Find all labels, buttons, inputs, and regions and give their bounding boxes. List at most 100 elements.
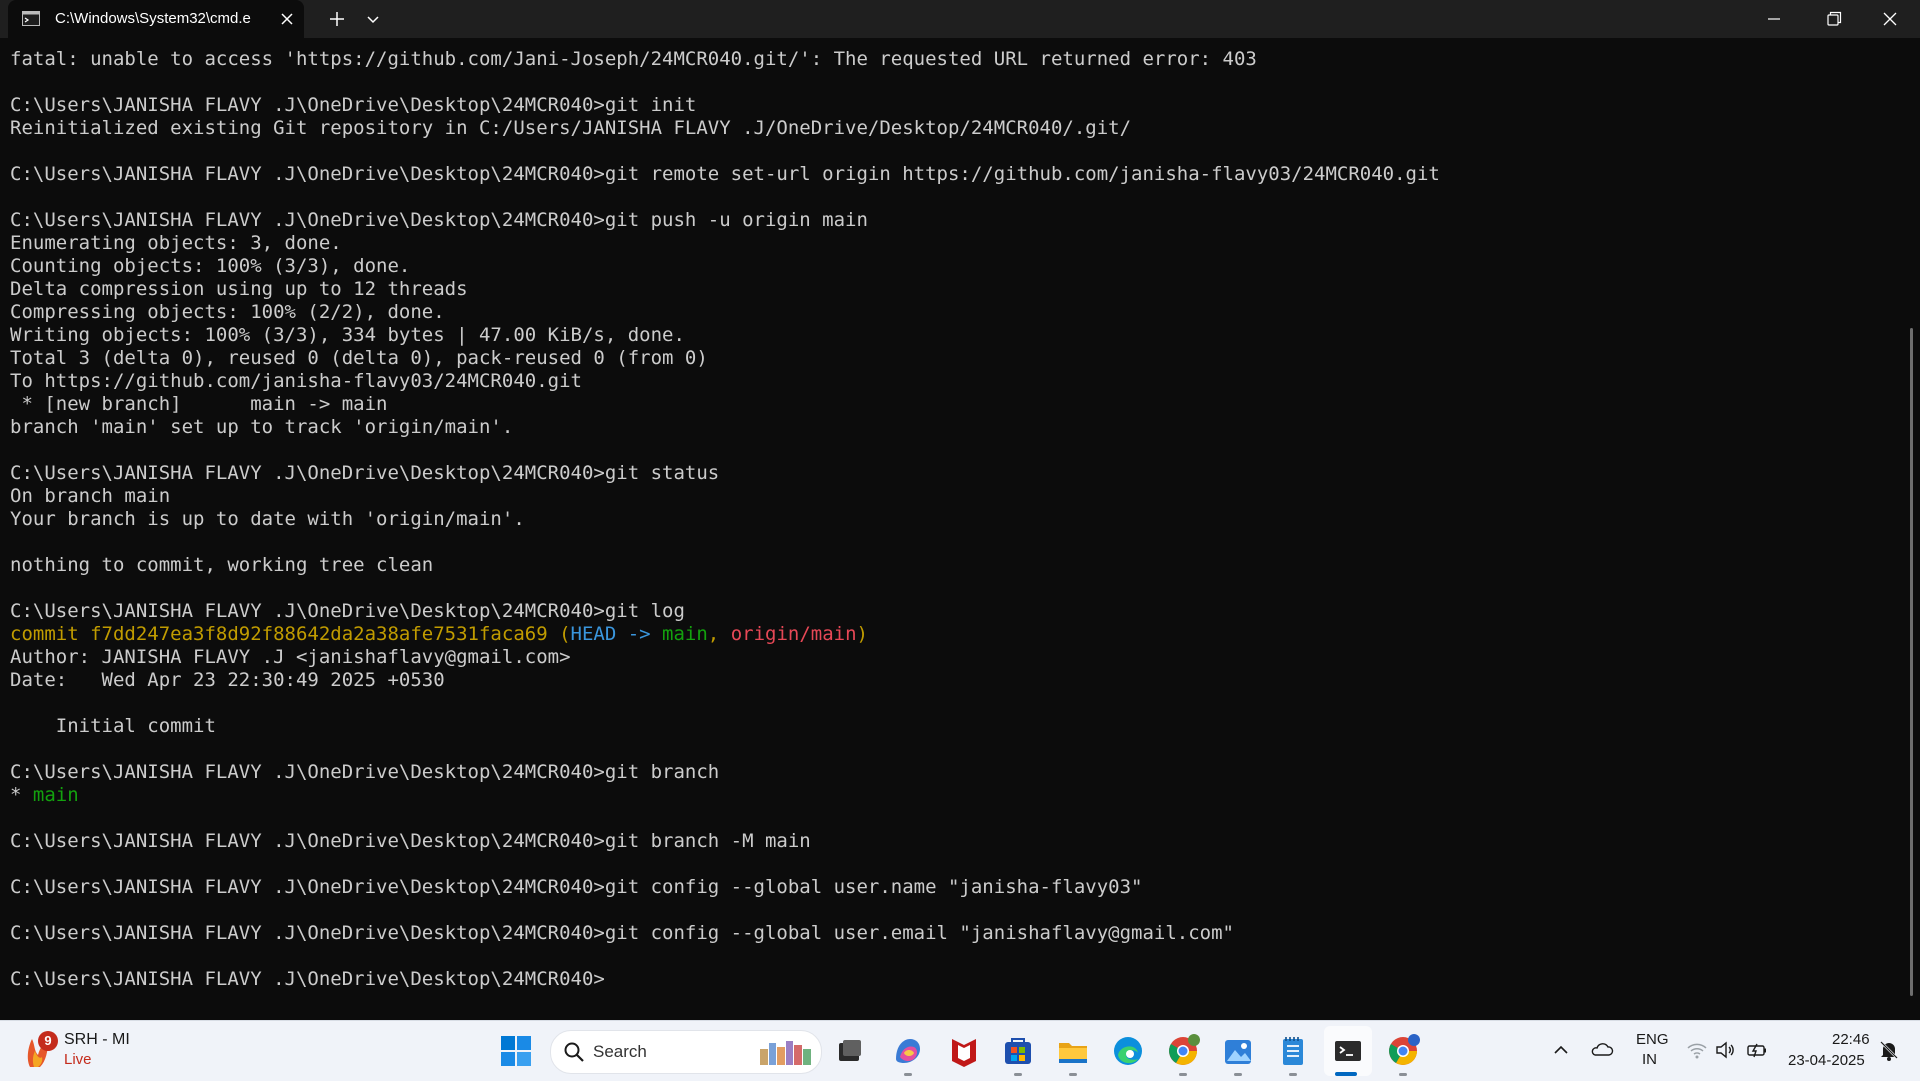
copilot-icon[interactable]	[888, 1031, 928, 1071]
close-tab-icon[interactable]	[278, 10, 296, 28]
terminal-text: C:\Users\JANISHA FLAVY .J\OneDrive\Deskt…	[10, 94, 697, 116]
terminal-line: C:\Users\JANISHA FLAVY .J\OneDrive\Deskt…	[10, 462, 1440, 485]
photos-icon[interactable]	[1218, 1031, 1258, 1071]
terminal-text: * [new branch] main -> main	[10, 393, 388, 415]
minimize-icon[interactable]	[1746, 0, 1802, 38]
terminal-line: C:\Users\JANISHA FLAVY .J\OneDrive\Deskt…	[10, 94, 1440, 117]
terminal-line: Your branch is up to date with 'origin/m…	[10, 508, 1440, 531]
widget-status: Live	[64, 1051, 92, 1068]
chevron-up-icon[interactable]	[1548, 1037, 1574, 1063]
edge-icon[interactable]	[1108, 1031, 1148, 1071]
terminal-line: Delta compression using up to 12 threads	[10, 278, 1440, 301]
terminal-text: Your branch is up to date with 'origin/m…	[10, 508, 525, 530]
terminal-text: C:\Users\JANISHA FLAVY .J\OneDrive\Deskt…	[10, 968, 605, 990]
terminal-text: *	[10, 784, 33, 806]
cmd-icon	[22, 11, 40, 26]
search-box[interactable]: Search	[550, 1030, 822, 1074]
restore-icon[interactable]	[1805, 0, 1861, 38]
terminal-line: C:\Users\JANISHA FLAVY .J\OneDrive\Deskt…	[10, 876, 1440, 899]
terminal-text: branch 'main' set up to track 'origin/ma…	[10, 416, 514, 438]
search-placeholder: Search	[593, 1042, 647, 1061]
terminal-text: Delta compression using up to 12 threads	[10, 278, 468, 300]
notification-badge: 9	[38, 1031, 58, 1051]
widget-title[interactable]: SRH - MI	[64, 1031, 130, 1049]
search-icon	[564, 1042, 584, 1062]
terminal-text: C:\Users\JANISHA FLAVY .J\OneDrive\Deskt…	[10, 600, 685, 622]
running-indicator	[1399, 1073, 1407, 1076]
terminal-icon[interactable]	[1328, 1031, 1368, 1071]
terminal-text: C:\Users\JANISHA FLAVY .J\OneDrive\Deskt…	[10, 163, 1440, 185]
chevron-down-icon[interactable]	[364, 10, 382, 28]
terminal-line: C:\Users\JANISHA FLAVY .J\OneDrive\Deskt…	[10, 830, 1440, 853]
new-tab-icon[interactable]	[326, 8, 348, 30]
chrome-profile-icon[interactable]	[1383, 1031, 1423, 1071]
file-explorer-icon[interactable]	[1053, 1031, 1093, 1071]
onedrive-cloud-icon[interactable]	[1589, 1037, 1615, 1063]
terminal-line: commit f7dd247ea3f8d92f88642da2a38afe753…	[10, 623, 1440, 646]
terminal-line: nothing to commit, working tree clean	[10, 554, 1440, 577]
terminal-line: C:\Users\JANISHA FLAVY .J\OneDrive\Deskt…	[10, 761, 1440, 784]
terminal-line: On branch main	[10, 485, 1440, 508]
terminal-text: )	[856, 623, 868, 645]
terminal-output[interactable]: fatal: unable to access 'https://github.…	[0, 38, 1908, 1020]
terminal-text: C:\Users\JANISHA FLAVY .J\OneDrive\Deskt…	[10, 922, 1234, 944]
terminal-line: C:\Users\JANISHA FLAVY .J\OneDrive\Deskt…	[10, 968, 1440, 991]
search-highlight-icon	[760, 1041, 811, 1065]
terminal-text: Compressing objects: 100% (2/2), done.	[10, 301, 445, 323]
language-indicator[interactable]: ENG	[1636, 1031, 1669, 1048]
terminal-text: origin/main	[730, 623, 857, 645]
clock-time[interactable]: 22:46	[1832, 1031, 1870, 1048]
mcafee-icon[interactable]	[944, 1031, 984, 1071]
clock-date[interactable]: 23-04-2025	[1788, 1052, 1865, 1069]
terminal-line: C:\Users\JANISHA FLAVY .J\OneDrive\Deskt…	[10, 922, 1440, 945]
terminal-text: C:\Users\JANISHA FLAVY .J\OneDrive\Deskt…	[10, 462, 720, 484]
terminal-text: Enumerating objects: 3, done.	[10, 232, 342, 254]
wifi-icon[interactable]	[1684, 1037, 1710, 1063]
taskbar: 9 SRH - MI Live Search ENG IN 22:46 23-0…	[0, 1020, 1920, 1081]
terminal-line: C:\Users\JANISHA FLAVY .J\OneDrive\Deskt…	[10, 209, 1440, 232]
terminal-text: Reinitialized existing Git repository in…	[10, 117, 1132, 139]
close-icon[interactable]	[1862, 0, 1918, 38]
running-indicator	[1014, 1073, 1022, 1076]
terminal-text: To https://github.com/janisha-flavy03/24…	[10, 370, 582, 392]
windows-start-icon[interactable]	[496, 1031, 536, 1071]
terminal-line: Writing objects: 100% (3/3), 334 bytes |…	[10, 324, 1440, 347]
terminal-line: Date: Wed Apr 23 22:30:49 2025 +0530	[10, 669, 1440, 692]
terminal-text: HEAD ->	[570, 623, 663, 645]
task-view-icon[interactable]	[830, 1031, 870, 1071]
chrome-icon[interactable]	[1163, 1031, 1203, 1071]
notification-bell-icon[interactable]	[1876, 1037, 1902, 1063]
terminal-line: C:\Users\JANISHA FLAVY .J\OneDrive\Deskt…	[10, 163, 1440, 186]
terminal-lines: fatal: unable to access 'https://github.…	[10, 48, 1440, 991]
terminal-line: C:\Users\JANISHA FLAVY .J\OneDrive\Deskt…	[10, 600, 1440, 623]
battery-icon[interactable]	[1744, 1037, 1770, 1063]
microsoft-store-icon[interactable]	[998, 1031, 1038, 1071]
terminal-text: C:\Users\JANISHA FLAVY .J\OneDrive\Deskt…	[10, 209, 868, 231]
scrollbar[interactable]	[1910, 328, 1913, 996]
terminal-line: Total 3 (delta 0), reused 0 (delta 0), p…	[10, 347, 1440, 370]
active-indicator	[1335, 1072, 1357, 1076]
notepad-icon[interactable]	[1273, 1031, 1313, 1071]
volume-icon[interactable]	[1712, 1037, 1738, 1063]
terminal-text: C:\Users\JANISHA FLAVY .J\OneDrive\Deskt…	[10, 830, 811, 852]
terminal-line: Author: JANISHA FLAVY .J <janishaflavy@g…	[10, 646, 1440, 669]
running-indicator	[904, 1073, 912, 1076]
terminal-text: Initial commit	[10, 715, 216, 737]
terminal-line: fatal: unable to access 'https://github.…	[10, 48, 1440, 71]
terminal-line: Reinitialized existing Git repository in…	[10, 117, 1440, 140]
terminal-text: Author: JANISHA FLAVY .J <janishaflavy@g…	[10, 646, 571, 668]
terminal-line: To https://github.com/janisha-flavy03/24…	[10, 370, 1440, 393]
terminal-text: Writing objects: 100% (3/3), 334 bytes |…	[10, 324, 685, 346]
input-region: IN	[1642, 1051, 1657, 1068]
tab-cmd[interactable]: C:\Windows\System32\cmd.e	[8, 0, 304, 38]
terminal-text: ,	[707, 623, 731, 645]
terminal-line: * main	[10, 784, 1440, 807]
terminal-line: Counting objects: 100% (3/3), done.	[10, 255, 1440, 278]
